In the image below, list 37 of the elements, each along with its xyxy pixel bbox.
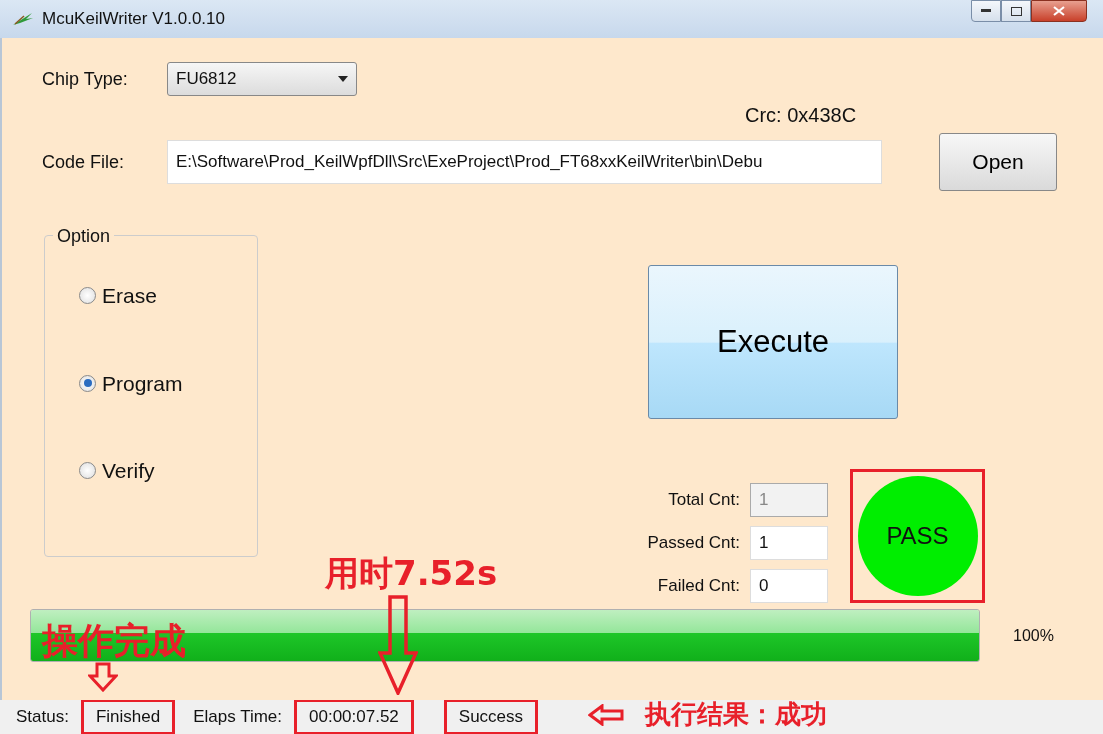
annotation-text: 用时7.52s — [325, 552, 498, 595]
radio-option[interactable]: Program — [79, 367, 257, 399]
window-title: McuKeilWriter V1.0.0.10 — [42, 8, 225, 31]
minimize-icon — [981, 9, 991, 13]
code-file-field[interactable]: E:\Software\Prod_KeilWpfDll\Src\ExeProject\Prod_FT68xxKeilWriter\bin\Debu — [167, 140, 882, 184]
close-icon — [1053, 6, 1065, 16]
count-label: Passed Cnt: — [646, 532, 740, 555]
status-label: Status: — [16, 706, 69, 729]
count-field[interactable]: 0 — [750, 569, 828, 603]
minimize-button[interactable] — [971, 0, 1001, 22]
code-file-label: Code File: — [42, 150, 126, 174]
radio-option[interactable]: Verify — [79, 455, 257, 487]
execute-button[interactable]: Execute — [648, 265, 898, 419]
radio-option[interactable]: Erase — [79, 280, 257, 312]
progress-percent: 100% — [1013, 625, 1054, 646]
chip-type-label: Chip Type: — [42, 67, 129, 91]
status-value: Success — [443, 699, 539, 734]
chip-type-dropdown[interactable]: FU6812 — [167, 62, 357, 96]
annotation-text: 操作完成 — [42, 619, 186, 663]
caret-icon — [338, 76, 348, 82]
count-field[interactable]: 1 — [750, 526, 828, 560]
maximize-icon — [1010, 6, 1022, 16]
annotation-text: 执行结果：成功 — [645, 700, 827, 729]
app-icon — [12, 11, 34, 27]
count-label: Total Cnt: — [667, 489, 740, 512]
close-button[interactable] — [1031, 0, 1087, 22]
count-label: Failed Cnt: — [656, 575, 740, 598]
arrow-icon — [378, 595, 418, 695]
arrow-icon — [88, 662, 118, 692]
pass-indicator: PASS — [857, 476, 978, 596]
status-label: Elaps Time: — [193, 706, 282, 729]
arrow-icon — [588, 704, 624, 726]
crc-label: Crc: 0x438C — [745, 103, 857, 128]
open-button[interactable]: Open — [939, 133, 1057, 191]
status-value: 00:00:07.52 — [294, 699, 414, 734]
status-value: Finished — [80, 699, 176, 734]
maximize-button[interactable] — [1001, 0, 1031, 22]
